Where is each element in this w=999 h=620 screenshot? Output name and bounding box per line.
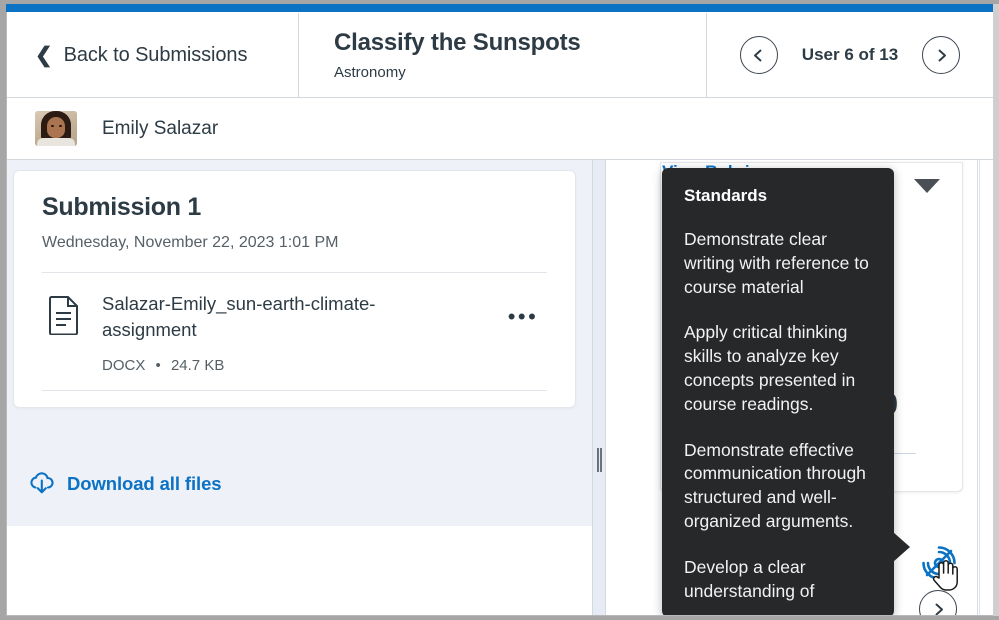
outcomes-target-icon[interactable] xyxy=(921,545,957,581)
student-info-bar: Emily Salazar xyxy=(7,98,993,160)
tooltip-paragraph: Demonstrate effective communication thro… xyxy=(684,439,866,531)
submission-date: Wednesday, November 22, 2023 1:01 PM xyxy=(42,234,339,251)
course-name: Astronomy xyxy=(334,63,406,81)
student-counter: User 6 of 13 xyxy=(801,45,899,64)
next-student-button[interactable] xyxy=(922,36,961,74)
submission-title: Submission 1 xyxy=(42,193,201,221)
file-detail-separator: • xyxy=(155,356,161,374)
speedgrader-header: ❮ Back to Submissions Classify the Sunsp… xyxy=(7,13,993,98)
file-size: 24.7 KB xyxy=(170,356,225,374)
assignment-title-block: Classify the Sunspots Astronomy xyxy=(299,13,707,97)
cloud-download-icon xyxy=(30,471,54,493)
file-details: DOCX • 24.7 KB xyxy=(102,357,499,374)
tooltip-arrow-icon xyxy=(893,532,910,562)
kebab-menu-icon[interactable]: ••• xyxy=(499,291,547,328)
submission-pane: Submission 1 Wednesday, November 22, 202… xyxy=(7,160,593,615)
back-to-submissions-button[interactable]: ❮ Back to Submissions xyxy=(7,13,299,97)
submission-file-row: Salazar-Emily_sun-earth-climate-assignme… xyxy=(42,273,547,391)
back-to-submissions-label: Back to Submissions xyxy=(63,43,248,66)
chevron-right-circle-icon xyxy=(938,49,946,61)
resize-grip-icon xyxy=(597,448,602,472)
submission-card: Submission 1 Wednesday, November 22, 202… xyxy=(13,170,576,408)
window-bottom-edge xyxy=(0,616,999,620)
browser-accent-bar xyxy=(6,4,994,12)
previous-student-button[interactable] xyxy=(739,36,778,74)
page-scrollbar[interactable] xyxy=(993,4,999,616)
next-student-button-secondary[interactable] xyxy=(919,590,957,615)
submission-pane-footer xyxy=(7,526,592,615)
student-navigation: User 6 of 13 xyxy=(707,13,993,97)
download-all-files-label: Download all files xyxy=(67,472,222,494)
download-all-files-button[interactable]: Download all files xyxy=(7,441,592,526)
standards-tooltip: Standards Demonstrate clear writing with… xyxy=(662,168,894,615)
screenshot-root: ❮ Back to Submissions Classify the Sunsp… xyxy=(0,0,999,620)
tooltip-paragraph: Develop a clear understanding of xyxy=(684,556,815,601)
app-window: ❮ Back to Submissions Classify the Sunsp… xyxy=(6,4,994,616)
chevron-left-icon: ❮ xyxy=(35,43,53,67)
tooltip-paragraph: Demonstrate clear writing with reference… xyxy=(684,229,869,297)
avatar xyxy=(35,111,77,146)
file-meta: Salazar-Emily_sun-earth-climate-assignme… xyxy=(86,291,499,374)
chevron-left-circle-icon xyxy=(754,49,762,61)
chevron-right-circle-icon xyxy=(935,603,943,615)
page-title: Classify the Sunspots xyxy=(334,29,581,57)
tooltip-title: Standards xyxy=(684,186,768,205)
pane-resize-handle[interactable] xyxy=(593,160,606,615)
file-type: DOCX xyxy=(102,356,146,374)
tooltip-paragraph: Apply critical thinking skills to analyz… xyxy=(684,322,856,414)
file-name-link[interactable]: Salazar-Emily_sun-earth-climate-assignme… xyxy=(102,291,432,344)
student-name: Emily Salazar xyxy=(102,117,219,139)
grading-pane-scrollbar[interactable] xyxy=(979,160,986,615)
grading-pane-divider xyxy=(977,160,978,615)
document-file-icon xyxy=(42,291,86,335)
chevron-down-icon[interactable] xyxy=(914,179,940,193)
